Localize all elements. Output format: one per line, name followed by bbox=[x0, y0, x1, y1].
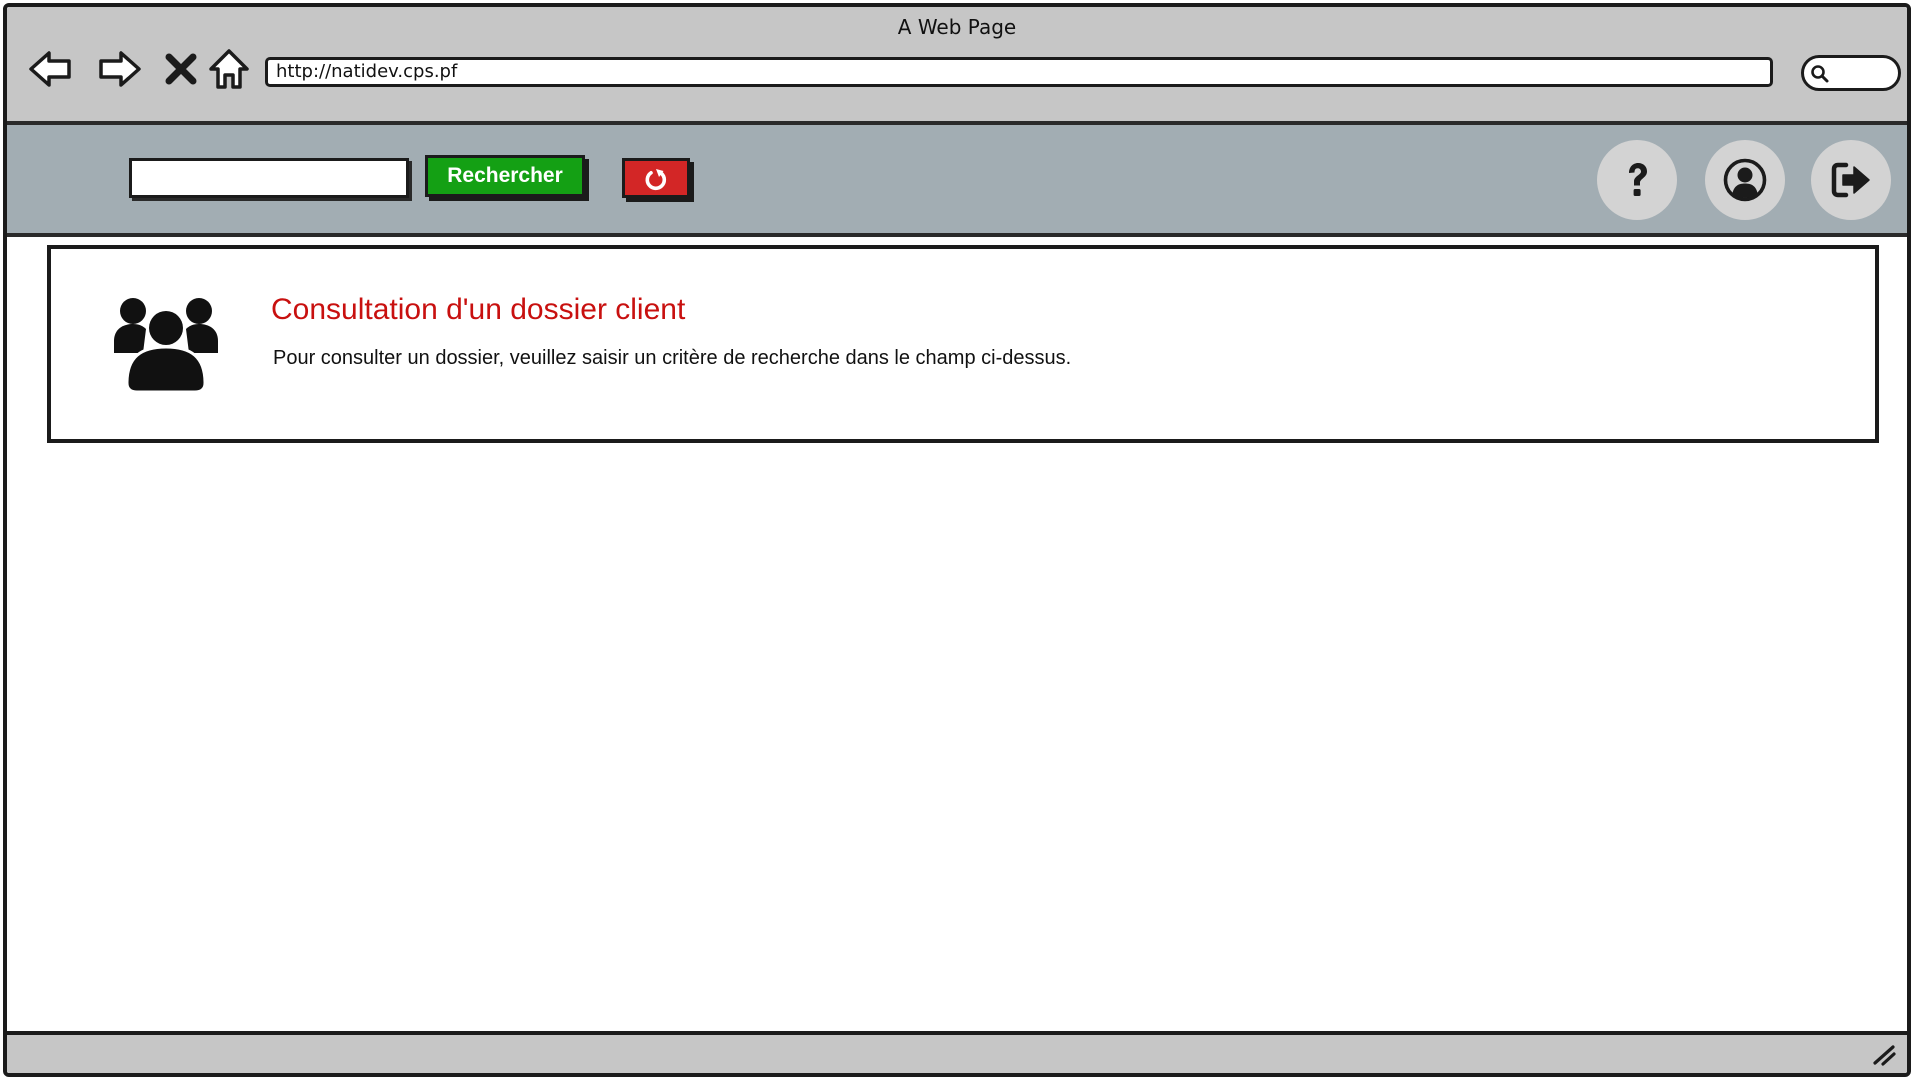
url-bar[interactable]: http://natidev.cps.pf bbox=[265, 57, 1773, 87]
resize-grip[interactable] bbox=[1871, 1041, 1897, 1067]
client-folder-panel: Consultation d'un dossier client Pour co… bbox=[47, 245, 1879, 443]
magnifier-icon bbox=[1811, 65, 1829, 83]
reset-button[interactable] bbox=[622, 158, 690, 198]
logout-button[interactable] bbox=[1811, 140, 1891, 220]
question-mark-icon bbox=[1629, 163, 1647, 196]
browser-search-field[interactable] bbox=[1801, 55, 1901, 91]
app-toolbar: Rechercher bbox=[7, 125, 1907, 237]
sign-out-icon bbox=[1831, 162, 1870, 198]
account-button[interactable] bbox=[1705, 140, 1785, 220]
browser-chrome: A Web Page http://natidev.cps.pf bbox=[7, 7, 1907, 125]
back-arrow-icon[interactable] bbox=[27, 45, 75, 93]
status-bar bbox=[7, 1031, 1907, 1073]
search-input[interactable] bbox=[129, 158, 409, 198]
browser-window: A Web Page http://natidev.cps.pf Recherc… bbox=[3, 3, 1911, 1077]
panel-title: Consultation d'un dossier client bbox=[271, 293, 686, 326]
search-button[interactable]: Rechercher bbox=[425, 155, 585, 197]
resize-grip-icon bbox=[1873, 1045, 1896, 1066]
home-icon[interactable] bbox=[205, 45, 253, 93]
panel-instructions: Pour consulter un dossier, veuillez sais… bbox=[273, 347, 1072, 369]
stop-icon[interactable] bbox=[157, 45, 205, 93]
refresh-icon bbox=[645, 169, 667, 191]
user-account-icon bbox=[1723, 158, 1767, 202]
forward-arrow-icon[interactable] bbox=[95, 45, 143, 93]
users-group-icon bbox=[111, 291, 221, 394]
help-button[interactable] bbox=[1597, 140, 1677, 220]
window-title: A Web Page bbox=[897, 15, 1017, 39]
